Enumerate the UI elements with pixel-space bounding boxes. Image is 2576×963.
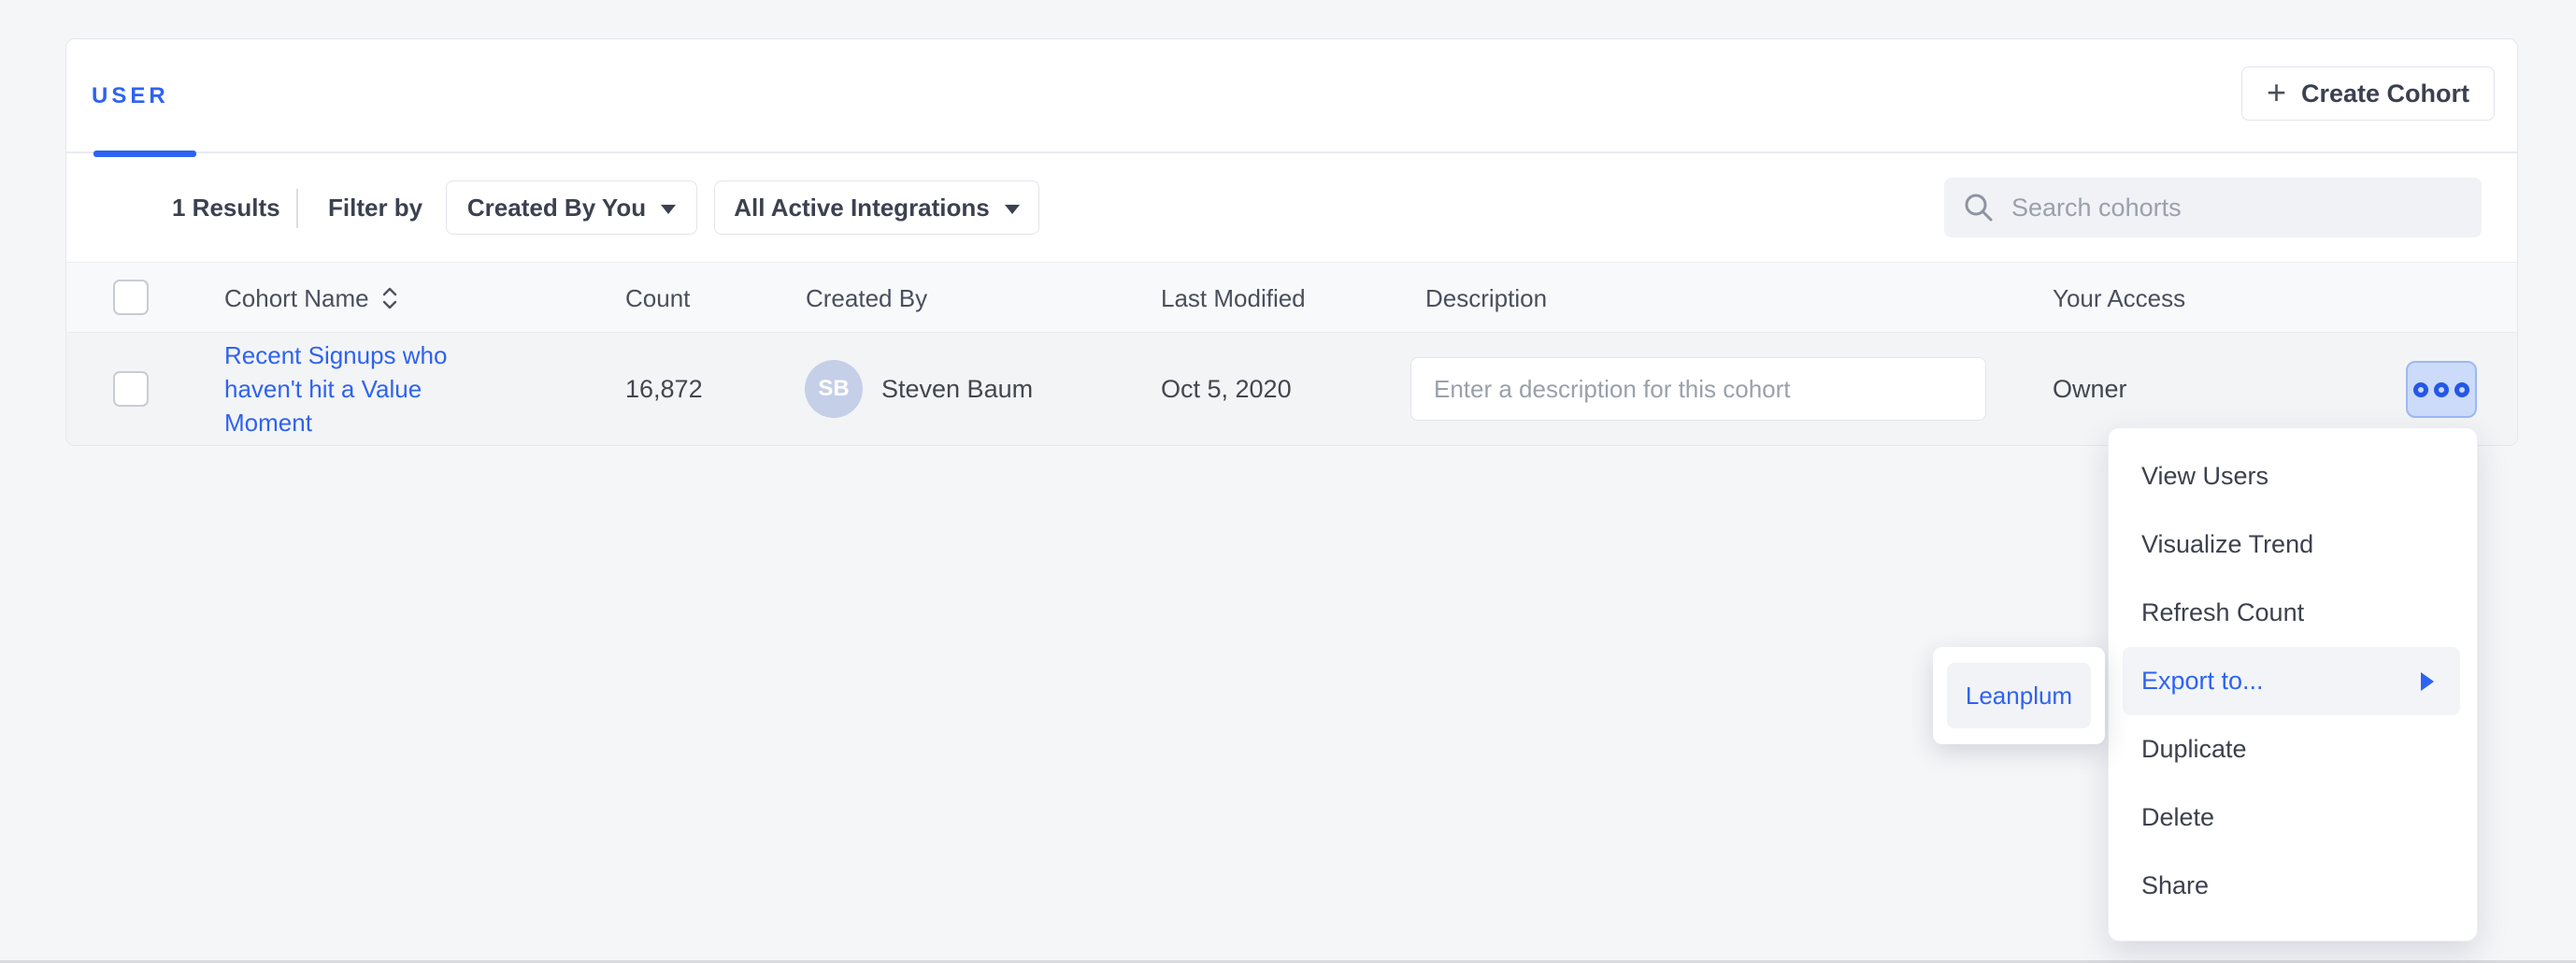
- table-header: Cohort Name Count Created By Last Modifi…: [66, 262, 2517, 333]
- row-checkbox[interactable]: [113, 371, 149, 407]
- column-header-last-modified: Last Modified: [1161, 263, 1306, 334]
- submenu-arrow-icon: [2421, 672, 2434, 691]
- chevron-down-icon: [1005, 205, 1020, 214]
- plus-icon: +: [2267, 76, 2286, 109]
- export-submenu: Leanplum: [1933, 647, 2105, 744]
- last-modified-cell: Oct 5, 2020: [1161, 333, 1292, 445]
- column-header-created-by: Created By: [806, 263, 927, 334]
- search-input[interactable]: [2011, 194, 2463, 223]
- tab-user-label: USER: [92, 83, 169, 109]
- menu-item-refresh-count[interactable]: Refresh Count: [2109, 579, 2477, 647]
- column-header-count: Count: [625, 263, 690, 334]
- menu-item-delete[interactable]: Delete: [2109, 783, 2477, 852]
- integrations-dropdown-label: All Active Integrations: [734, 194, 990, 223]
- filter-by-label: Filter by: [328, 153, 422, 262]
- filter-divider: [296, 189, 298, 228]
- chevron-down-icon: [661, 205, 676, 214]
- created-by-name: Steven Baum: [881, 375, 1033, 404]
- column-header-your-access: Your Access: [2053, 263, 2185, 334]
- menu-item-visualize-trend[interactable]: Visualize Trend: [2109, 510, 2477, 579]
- row-actions-button[interactable]: [2406, 361, 2477, 418]
- cohort-name-link[interactable]: Recent Signups who haven't hit a Value M…: [224, 338, 447, 439]
- created-by-dropdown[interactable]: Created By You: [446, 180, 697, 235]
- tab-bar: USER + Create Cohort: [66, 39, 2517, 153]
- cohort-name-line: Moment: [224, 406, 447, 439]
- select-all-checkbox[interactable]: [113, 280, 149, 315]
- ellipsis-icon: [2454, 382, 2469, 397]
- description-input[interactable]: [1410, 357, 1986, 421]
- cohorts-page: USER + Create Cohort 1 Results Filter by…: [0, 0, 2576, 963]
- cohort-name-cell: Recent Signups who haven't hit a Value M…: [224, 333, 447, 445]
- created-by-cell: SB Steven Baum: [805, 333, 1033, 445]
- cohort-name-line: haven't hit a Value: [224, 372, 447, 406]
- created-by-dropdown-label: Created By You: [467, 194, 646, 223]
- ellipsis-icon: [2413, 382, 2428, 397]
- cohort-name-header-label: Cohort Name: [224, 284, 369, 313]
- column-header-description: Description: [1425, 263, 1547, 334]
- column-header-cohort-name[interactable]: Cohort Name: [224, 263, 399, 334]
- filter-row: 1 Results Filter by Created By You All A…: [66, 153, 2517, 262]
- cohort-name-line: Recent Signups who: [224, 338, 447, 372]
- sort-icon: [380, 286, 399, 310]
- menu-item-view-users[interactable]: View Users: [2109, 442, 2477, 510]
- create-cohort-label: Create Cohort: [2301, 79, 2469, 108]
- menu-item-export-to-label: Export to...: [2141, 667, 2264, 696]
- search-icon: [1963, 192, 1995, 223]
- count-cell: 16,872: [625, 333, 703, 445]
- create-cohort-button[interactable]: + Create Cohort: [2241, 66, 2495, 121]
- results-count: 1 Results: [172, 153, 280, 262]
- search-box: [1944, 178, 2482, 237]
- avatar-initials: SB: [818, 376, 849, 402]
- integrations-dropdown[interactable]: All Active Integrations: [714, 180, 1039, 235]
- menu-item-duplicate[interactable]: Duplicate: [2109, 715, 2477, 783]
- tab-user[interactable]: USER: [92, 39, 169, 153]
- menu-item-export-to[interactable]: Export to...: [2123, 647, 2460, 715]
- cohorts-card: USER + Create Cohort 1 Results Filter by…: [65, 38, 2518, 446]
- submenu-item-leanplum[interactable]: Leanplum: [1947, 663, 2091, 728]
- avatar: SB: [805, 360, 863, 418]
- menu-item-share[interactable]: Share: [2109, 852, 2477, 920]
- ellipsis-icon: [2434, 382, 2449, 397]
- row-actions-menu: View Users Visualize Trend Refresh Count…: [2108, 427, 2478, 941]
